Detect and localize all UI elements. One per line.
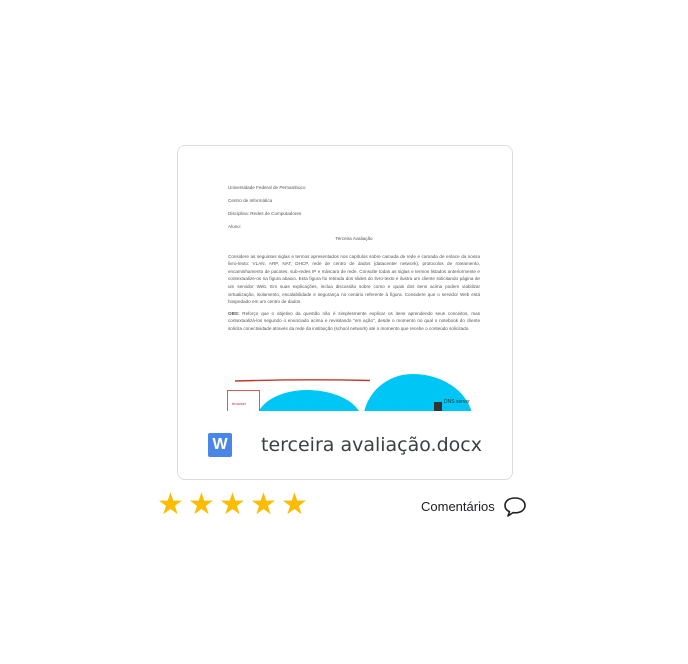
speech-bubble-icon[interactable] xyxy=(503,496,527,518)
diagram-network-cloud xyxy=(256,390,362,411)
diagram-client-box: browser xyxy=(227,390,260,411)
document-preview[interactable]: Universidade Federal de Pernambuco Centr… xyxy=(178,146,512,411)
file-card[interactable]: Universidade Federal de Pernambuco Centr… xyxy=(177,145,513,480)
star-icon[interactable]: ★ xyxy=(188,490,216,520)
file-card-footer[interactable]: W terceira avaliação.docx xyxy=(178,411,512,479)
doc-header-line: Centro de Informática xyxy=(228,197,273,203)
star-icon[interactable]: ★ xyxy=(219,490,247,520)
doc-paragraph: Considere as seguintes siglas e termos a… xyxy=(228,253,480,305)
star-icon[interactable]: ★ xyxy=(250,490,278,520)
doc-note-text: Reforço que o objetivo da questão não é … xyxy=(228,310,480,331)
doc-title: Terceira Avaliação xyxy=(335,235,373,241)
doc-note: OBS: Reforço que o objetivo da questão n… xyxy=(228,310,480,333)
word-document-icon: W xyxy=(208,433,232,457)
doc-header-line: Universidade Federal de Pernambuco xyxy=(228,185,306,190)
server-icon xyxy=(434,402,442,411)
file-name[interactable]: terceira avaliação.docx xyxy=(261,433,482,457)
star-icon[interactable]: ★ xyxy=(157,490,185,520)
doc-header-line: Disciplina: Redes de Computadores xyxy=(228,210,302,216)
comments-label[interactable]: Comentários xyxy=(421,499,495,515)
diagram-network-cloud xyxy=(363,374,473,411)
doc-note-label: OBS: xyxy=(228,310,240,316)
diagram-red-line xyxy=(235,379,370,382)
diagram-server-label: DNS server xyxy=(444,399,470,405)
diagram-box-label: browser xyxy=(232,401,247,406)
document-text: Universidade Federal de Pernambuco Centr… xyxy=(228,184,480,332)
star-icon[interactable]: ★ xyxy=(281,490,309,520)
doc-header-line: Aluno: xyxy=(228,223,242,229)
